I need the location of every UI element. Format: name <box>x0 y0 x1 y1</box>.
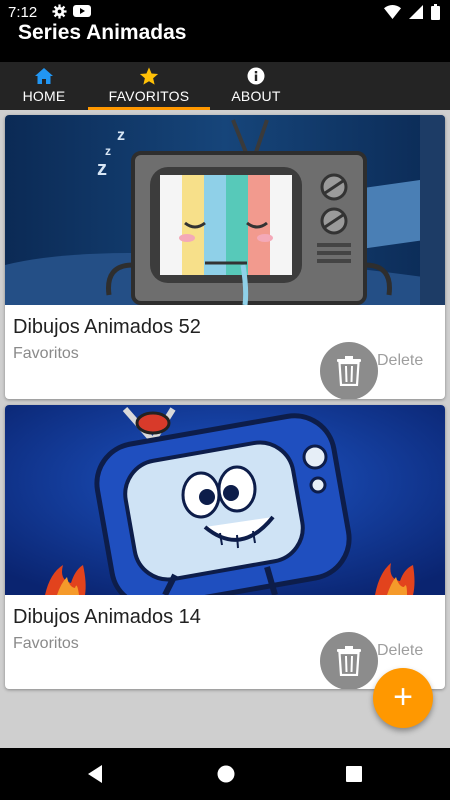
svg-text:z: z <box>117 127 125 144</box>
tab-about-label: ABOUT <box>231 88 281 104</box>
card-image-blue-tv <box>5 405 445 595</box>
delete-label[interactable]: Delete <box>377 642 423 660</box>
card-title: Dibujos Animados 14 <box>13 606 201 628</box>
home-icon <box>34 66 54 86</box>
favorites-list: z z z Dibujos Animados 52 Favoritos Dele… <box>0 110 450 748</box>
trash-icon <box>337 356 361 386</box>
info-icon <box>247 66 265 86</box>
card-image-retro-tv: z z z <box>5 115 445 305</box>
favorite-card[interactable]: Dibujos Animados 14 Favoritos Delete <box>5 405 445 689</box>
signal-icon <box>409 5 423 19</box>
status-time: 7:12 <box>8 4 38 21</box>
tab-favoritos-label: FAVORITOS <box>108 88 190 104</box>
app-bar: Series Animadas <box>0 21 450 62</box>
delete-button[interactable] <box>320 342 378 399</box>
system-nav-bar <box>0 748 450 800</box>
settings-icon <box>52 4 67 19</box>
back-icon[interactable] <box>84 762 108 786</box>
wifi-icon <box>384 5 401 19</box>
youtube-icon <box>73 5 91 17</box>
favorite-card[interactable]: z z z Dibujos Animados 52 Favoritos Dele… <box>5 115 445 399</box>
trash-icon <box>337 646 361 676</box>
svg-text:z: z <box>97 158 107 180</box>
add-button[interactable]: + <box>373 668 433 728</box>
delete-label[interactable]: Delete <box>377 352 423 370</box>
recents-icon[interactable] <box>342 762 366 786</box>
tab-home[interactable]: HOME <box>0 62 88 110</box>
app-title: Series Animadas <box>18 21 187 44</box>
tab-bar: HOME FAVORITOS ABOUT <box>0 62 450 110</box>
star-icon <box>139 66 159 86</box>
battery-icon <box>431 4 440 20</box>
delete-button[interactable] <box>320 632 378 689</box>
tab-home-label: HOME <box>22 88 66 104</box>
tab-favoritos[interactable]: FAVORITOS <box>88 62 210 110</box>
card-title: Dibujos Animados 52 <box>13 316 201 338</box>
tab-about[interactable]: ABOUT <box>210 62 302 110</box>
home-nav-icon[interactable] <box>214 762 238 786</box>
card-subtitle: Favoritos <box>13 345 79 362</box>
svg-text:z: z <box>105 144 111 158</box>
card-subtitle: Favoritos <box>13 635 79 652</box>
